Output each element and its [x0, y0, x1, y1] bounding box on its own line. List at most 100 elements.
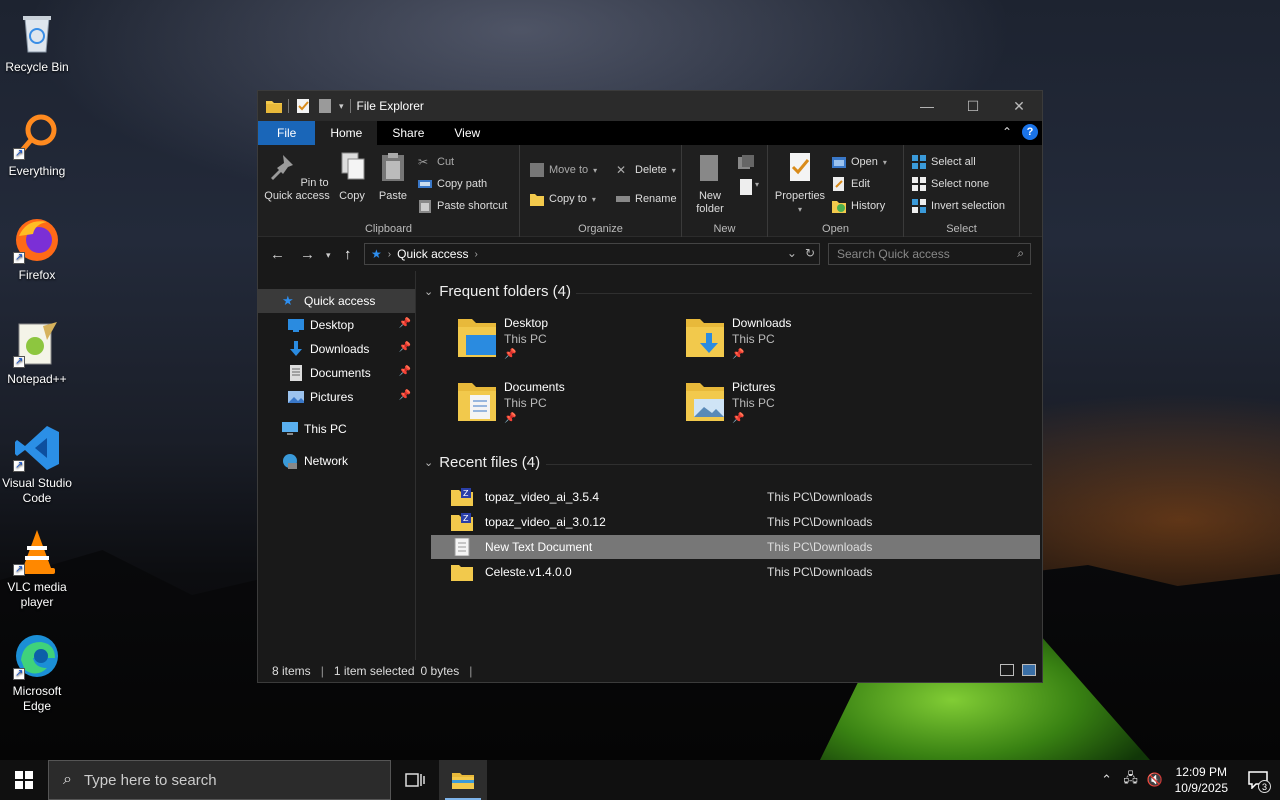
- pin-to-quick-access-button[interactable]: Pin to Quick access: [264, 151, 330, 203]
- close-button[interactable]: ✕: [996, 91, 1042, 121]
- recent-file-row[interactable]: Z topaz_video_ai_3.5.4 This PC\Downloads: [431, 485, 1040, 509]
- copy-button[interactable]: Copy: [334, 151, 370, 203]
- new-folder-button[interactable]: New folder: [690, 151, 730, 216]
- desktop-icon-vlc[interactable]: VLC media player: [0, 528, 74, 610]
- recent-file-row-selected[interactable]: New Text Document This PC\Downloads: [431, 535, 1040, 559]
- ribbon-tabs: File Home Share View ⌃ ?: [258, 121, 1042, 145]
- open-button[interactable]: Open ▾: [832, 155, 887, 169]
- pin-icon: 📌: [398, 318, 411, 329]
- divider: |: [469, 664, 473, 678]
- frequent-folders-header[interactable]: ⌄ Frequent folders (4): [424, 283, 571, 300]
- select-none-button[interactable]: Select none: [912, 177, 989, 191]
- tab-view[interactable]: View: [439, 121, 495, 145]
- new-item-icon[interactable]: [738, 155, 754, 171]
- clock[interactable]: 12:09 PM 10/9/2025: [1167, 764, 1236, 796]
- file-path: This PC\Downloads: [767, 490, 873, 504]
- breadcrumb-separator-icon[interactable]: ›: [388, 249, 391, 260]
- address-bar[interactable]: ★ › Quick access › ⌄ ↻: [364, 243, 820, 265]
- volume-muted-icon[interactable]: 🔇: [1143, 760, 1167, 800]
- divider: |: [320, 664, 324, 678]
- collapse-ribbon-icon[interactable]: ⌃: [1002, 125, 1012, 139]
- nav-item-downloads[interactable]: Downloads 📌: [258, 337, 415, 361]
- breadcrumb-quick-access[interactable]: Quick access: [397, 247, 468, 261]
- tab-home[interactable]: Home: [315, 121, 378, 145]
- invert-selection-button[interactable]: Invert selection: [912, 199, 1005, 213]
- desktop-icon-vscode[interactable]: Visual Studio Code: [0, 424, 74, 506]
- pin-icon: 📌: [398, 390, 411, 401]
- address-dropdown-icon[interactable]: ⌄: [787, 246, 797, 260]
- nav-item-documents[interactable]: Documents 📌: [258, 361, 415, 385]
- desktop-icon-everything[interactable]: Everything: [0, 112, 74, 179]
- copy-to-button[interactable]: Copy to ▾: [530, 192, 596, 206]
- properties-quick-icon[interactable]: [295, 99, 311, 113]
- large-icons-view-icon[interactable]: [1022, 664, 1036, 676]
- up-arrow-icon[interactable]: ↑: [344, 246, 352, 263]
- explorer-body: ★ Quick access Desktop 📌 Downloads 📌 Doc…: [258, 271, 1042, 660]
- nav-item-network[interactable]: Network: [258, 449, 415, 473]
- tab-file[interactable]: File: [258, 121, 316, 145]
- forward-arrow-icon[interactable]: →: [300, 246, 315, 263]
- taskbar-file-explorer[interactable]: [439, 760, 487, 800]
- customize-toolbar-icon[interactable]: ▾: [339, 101, 344, 112]
- desktop-icon-recycle-bin[interactable]: Recycle Bin: [0, 8, 74, 75]
- folder-tile-pictures[interactable]: Pictures This PC 📌: [684, 379, 904, 435]
- edit-button[interactable]: Edit: [832, 177, 870, 191]
- chevron-up-icon[interactable]: ⌃: [1095, 760, 1119, 800]
- refresh-icon[interactable]: ↻: [805, 246, 815, 260]
- recent-file-row[interactable]: Z topaz_video_ai_3.0.12 This PC\Download…: [431, 510, 1040, 534]
- history-button[interactable]: History: [832, 199, 885, 213]
- ribbon-group-clipboard: Pin to Quick access Copy Paste ✂ Cut Cop…: [258, 145, 520, 237]
- search-input[interactable]: Search Quick access ⌕: [828, 243, 1031, 265]
- minimize-button[interactable]: —: [904, 91, 950, 121]
- nav-item-quick-access[interactable]: ★ Quick access: [258, 289, 415, 313]
- notification-center-button[interactable]: 3: [1236, 760, 1280, 800]
- move-to-button[interactable]: Move to ▾: [530, 163, 597, 177]
- recent-file-row[interactable]: Celeste.v1.4.0.0 This PC\Downloads: [431, 560, 1040, 584]
- documents-folder-icon: [456, 379, 498, 423]
- folder-tile-downloads[interactable]: Downloads This PC 📌: [684, 315, 904, 371]
- folder-tile-desktop[interactable]: Desktop This PC 📌: [456, 315, 676, 371]
- desktop-icon-firefox[interactable]: Firefox: [0, 216, 74, 283]
- recent-files-header[interactable]: ⌄ Recent files (4): [424, 454, 540, 471]
- maximize-button[interactable]: ☐: [950, 91, 996, 121]
- downloads-icon: [290, 341, 302, 356]
- desktop-folder-icon: [288, 319, 304, 332]
- rename-icon: [616, 196, 630, 202]
- ribbon-group-select: Select all Select none Invert selection …: [904, 145, 1020, 237]
- downloads-folder-icon: [684, 315, 726, 359]
- new-folder-quick-icon[interactable]: [317, 99, 333, 113]
- taskbar: ⌕ Type here to search ⌃ 🖧 🔇 12:09 PM 10/…: [0, 760, 1280, 800]
- cut-button[interactable]: ✂ Cut: [418, 155, 454, 169]
- folder-tile-documents[interactable]: Documents This PC 📌: [456, 379, 676, 435]
- breadcrumb-separator-icon[interactable]: ›: [474, 249, 477, 260]
- details-view-icon[interactable]: [1000, 664, 1014, 676]
- recent-locations-chevron-icon[interactable]: ▾: [326, 250, 331, 261]
- delete-button[interactable]: ✕ Delete ▾: [616, 163, 676, 177]
- nav-item-this-pc[interactable]: This PC: [258, 417, 415, 441]
- easy-access-icon[interactable]: [738, 179, 754, 195]
- desktop-icon-label: Everything: [8, 164, 66, 178]
- content-pane: ⌄ Frequent folders (4) Desktop This PC 📌: [416, 271, 1042, 660]
- network-status-icon[interactable]: 🖧: [1119, 760, 1143, 800]
- desktop-icon-notepad-plus-plus[interactable]: Notepad++: [0, 320, 74, 387]
- paste-button[interactable]: Paste: [375, 151, 411, 203]
- rename-button[interactable]: Rename: [616, 192, 677, 206]
- help-icon[interactable]: ?: [1022, 124, 1038, 140]
- task-view-button[interactable]: [391, 760, 439, 800]
- desktop-icon-edge[interactable]: Microsoft Edge: [0, 632, 74, 714]
- copy-path-button[interactable]: Copy path: [418, 177, 487, 191]
- tab-share[interactable]: Share: [377, 121, 439, 145]
- file-name: topaz_video_ai_3.5.4: [485, 490, 600, 504]
- nav-item-pictures[interactable]: Pictures 📌: [258, 385, 415, 409]
- nav-item-desktop[interactable]: Desktop 📌: [258, 313, 415, 337]
- taskbar-search-input[interactable]: ⌕ Type here to search: [48, 760, 391, 800]
- delete-icon: ✕: [616, 163, 627, 177]
- back-arrow-icon[interactable]: ←: [270, 246, 285, 263]
- zip-archive-icon: [451, 565, 473, 581]
- select-all-button[interactable]: Select all: [912, 155, 976, 169]
- start-button[interactable]: [0, 760, 48, 800]
- paste-shortcut-button[interactable]: Paste shortcut: [418, 199, 507, 213]
- file-name: New Text Document: [485, 540, 593, 554]
- title-bar[interactable]: ▾ File Explorer — ☐ ✕: [258, 91, 1042, 121]
- properties-button[interactable]: Properties ▾: [774, 151, 826, 216]
